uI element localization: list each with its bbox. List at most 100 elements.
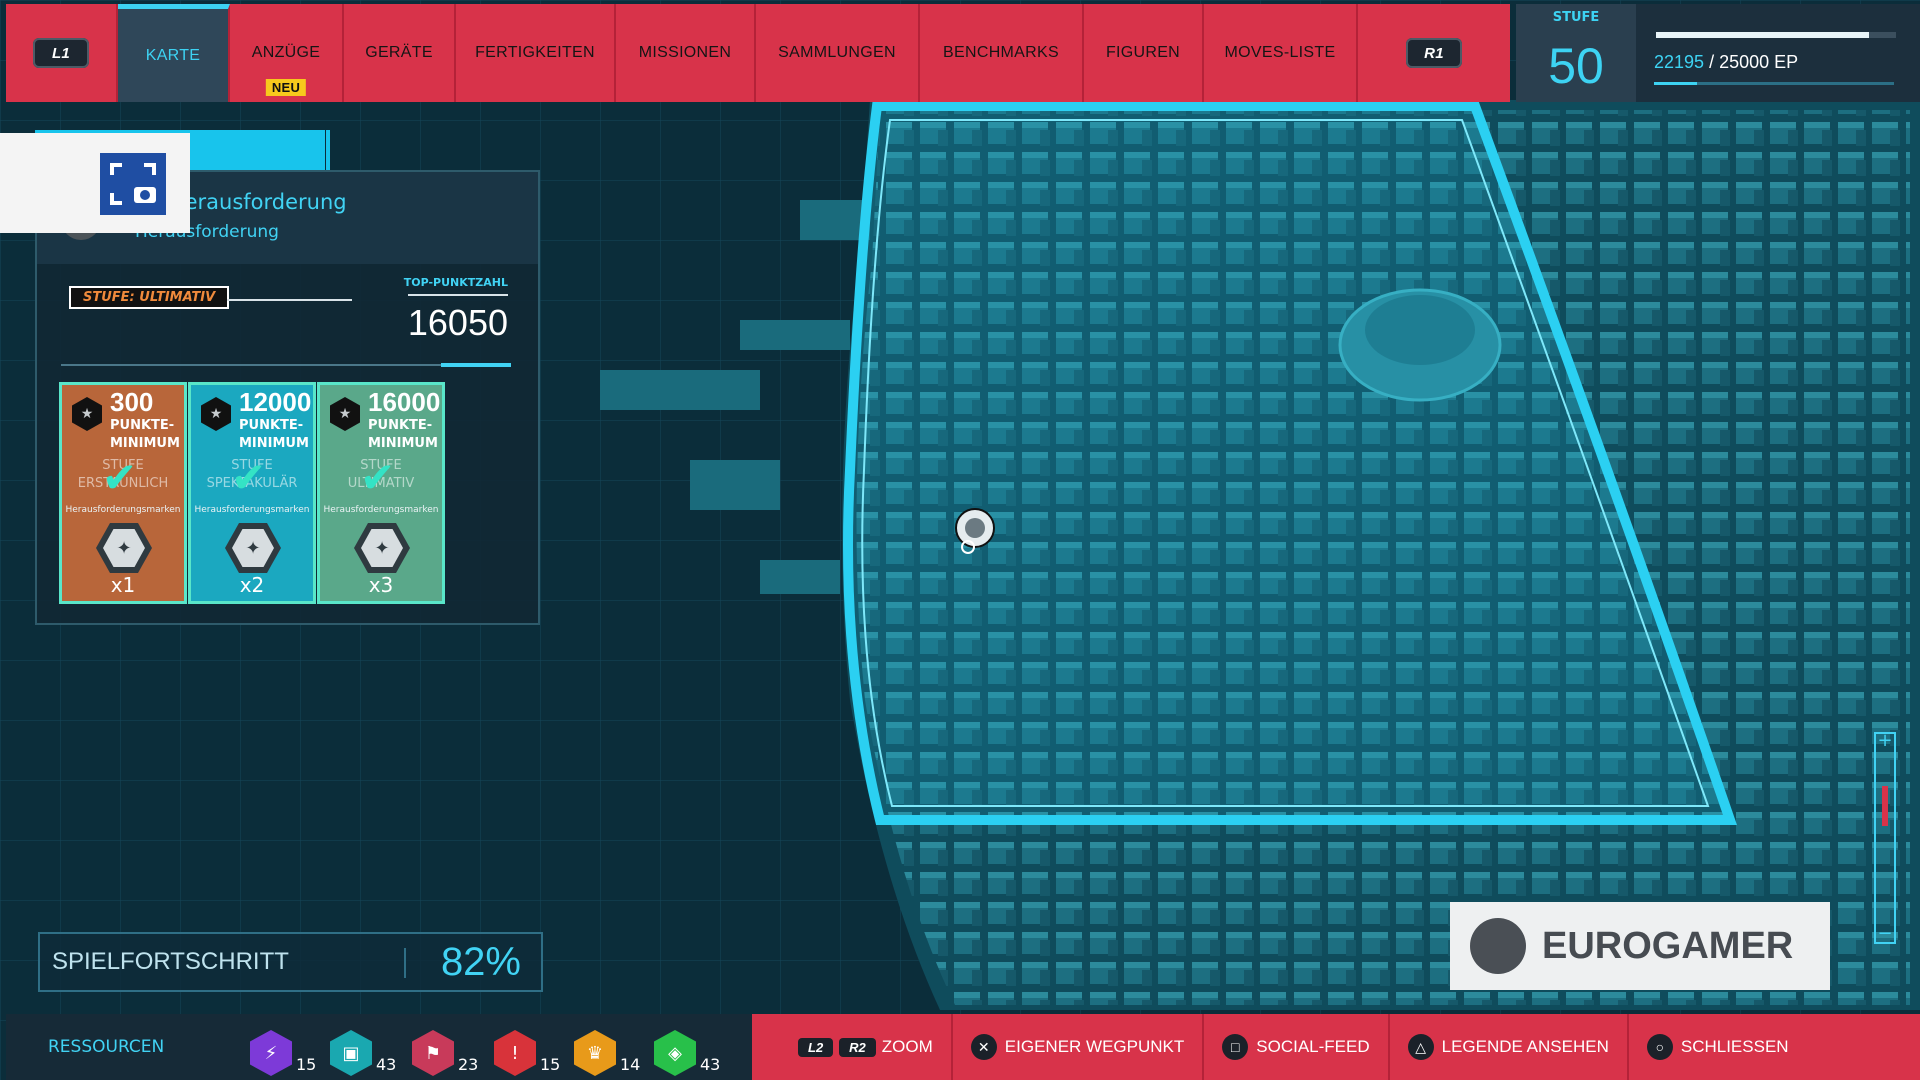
level-value: 50 bbox=[1548, 38, 1604, 94]
card-count: x3 bbox=[368, 573, 394, 597]
challenge-token-icon: ✦ bbox=[225, 523, 281, 573]
eurogamer-watermark: EUROGAMER bbox=[1450, 902, 1830, 990]
game-progress: SPIELFORTSCHRITT 82% bbox=[38, 932, 543, 992]
stufe-line bbox=[227, 299, 352, 301]
waypoint-action[interactable]: ✕ EIGENER WEGPUNKT bbox=[953, 1014, 1205, 1080]
tab-sammlungen[interactable]: SAMMLUNGEN bbox=[756, 4, 920, 102]
tab-geraete[interactable]: GERÄTE bbox=[344, 4, 456, 102]
card-count: x1 bbox=[110, 573, 136, 597]
action-bar: L2 R2 ZOOM ✕ EIGENER WEGPUNKT □ SOCIAL-F… bbox=[752, 1014, 1920, 1080]
stufe-badge: STUFE: ULTIMATIV bbox=[69, 286, 230, 309]
card-count: x2 bbox=[239, 573, 265, 597]
r2-button[interactable]: R2 bbox=[839, 1037, 876, 1057]
resource-trophy: ♛ 14 bbox=[574, 1020, 640, 1076]
card-marks-label: Herausforderungsmarken bbox=[65, 505, 181, 515]
waypoint-label: EIGENER WEGPUNKT bbox=[1004, 1037, 1185, 1056]
warning-icon: ! bbox=[494, 1030, 536, 1076]
progress-divider bbox=[404, 948, 406, 978]
challenge-token-icon: ✦ bbox=[354, 523, 410, 573]
resource-bag: ◈ 43 bbox=[654, 1020, 720, 1076]
square-button-icon: □ bbox=[1222, 1034, 1249, 1060]
challenge-progress-line bbox=[61, 363, 511, 367]
xp-total: / 25000 EP bbox=[1704, 52, 1799, 72]
tier-badge-icon: ★ bbox=[72, 397, 102, 431]
globe-logo-icon bbox=[1470, 918, 1526, 974]
zoom-minus-icon[interactable]: − bbox=[1876, 923, 1894, 944]
zoom-action[interactable]: L2 R2 ZOOM bbox=[752, 1014, 953, 1080]
resource-lightning: ⚡ 15 bbox=[250, 1020, 316, 1076]
top-score-line bbox=[408, 294, 508, 296]
reward-card-ultimativ[interactable]: ★ 16000 PUNKTE- MINIMUM STUFE ULTIMATIV ✔ … bbox=[317, 382, 445, 604]
card-points: 16000 bbox=[368, 387, 441, 417]
card-minimum: PUNKTE- MINIMUM bbox=[110, 418, 180, 451]
close-label: SCHLIESSEN bbox=[1680, 1037, 1789, 1056]
tier-badge-icon: ★ bbox=[330, 397, 360, 431]
tab-benchmarks[interactable]: BENCHMARKS bbox=[920, 4, 1084, 102]
top-score-value: 16050 bbox=[407, 302, 508, 343]
triangle-button-icon: △ bbox=[1407, 1034, 1434, 1060]
zoom-label: ZOOM bbox=[881, 1037, 933, 1056]
xp-text: 22195 / 25000 EP bbox=[1654, 52, 1798, 73]
card-points: 300 bbox=[110, 387, 154, 417]
zoom-plus-icon[interactable]: + bbox=[1876, 730, 1894, 751]
zoom-slider[interactable]: + − bbox=[1874, 730, 1896, 944]
social-feed-action[interactable]: □ SOCIAL-FEED bbox=[1204, 1014, 1390, 1080]
xp-panel: 22195 / 25000 EP bbox=[1636, 4, 1920, 102]
top-score-label: TOP-PUNKTZAHL bbox=[403, 276, 508, 289]
tab-missionen[interactable]: MISSIONEN bbox=[616, 4, 756, 102]
level-label: STUFE bbox=[1552, 10, 1600, 25]
bag-icon: ◈ bbox=[654, 1030, 696, 1076]
resource-backpack: ▣ 43 bbox=[330, 1020, 396, 1076]
l1-button[interactable]: L1 bbox=[33, 38, 89, 68]
tier-badge-icon: ★ bbox=[201, 397, 231, 431]
challenge-token-icon: ✦ bbox=[96, 523, 152, 573]
legend-action[interactable]: △ LEGENDE ANSEHEN bbox=[1390, 1014, 1629, 1080]
watermark-text: EUROGAMER bbox=[1542, 924, 1794, 967]
l1-shoulder[interactable]: L1 bbox=[6, 4, 118, 102]
top-navigation: L1 KARTE ANZÜGE NEU GERÄTE FERTIGKEITEN … bbox=[6, 4, 1510, 102]
l2-button[interactable]: L2 bbox=[798, 1037, 834, 1057]
checkmark-icon: ✔ bbox=[360, 453, 396, 502]
close-action[interactable]: ○ SCHLIESSEN bbox=[1629, 1014, 1807, 1080]
card-minimum: PUNKTE- MINIMUM bbox=[239, 418, 309, 451]
card-marks-label: Herausforderungsmarken bbox=[194, 505, 310, 515]
backpack-icon: ▣ bbox=[330, 1030, 372, 1076]
screenshot-overlay[interactable] bbox=[0, 133, 190, 233]
social-feed-label: SOCIAL-FEED bbox=[1256, 1037, 1370, 1056]
reward-card-erstaunlich[interactable]: ★ 300 PUNKTE- MINIMUM STUFE ERSTAUNLICH ✔ … bbox=[59, 382, 187, 604]
resource-warning: ! 15 bbox=[494, 1020, 560, 1076]
checkmark-icon: ✔ bbox=[231, 453, 267, 502]
flag-icon: ⚑ bbox=[412, 1030, 454, 1076]
checkmark-icon: ✔ bbox=[102, 453, 138, 502]
r1-button[interactable]: R1 bbox=[1406, 38, 1462, 68]
new-badge: NEU bbox=[265, 79, 307, 96]
xp-bar bbox=[1656, 32, 1896, 38]
legend-label: LEGENDE ANSEHEN bbox=[1441, 1037, 1609, 1056]
tab-moves-liste[interactable]: MOVES-LISTE bbox=[1204, 4, 1358, 102]
panel-tab-marker bbox=[326, 130, 330, 170]
cross-button-icon: ✕ bbox=[970, 1034, 997, 1060]
tab-figuren[interactable]: FIGUREN bbox=[1084, 4, 1204, 102]
card-minimum: PUNKTE- MINIMUM bbox=[368, 418, 438, 451]
challenge-panel: en-Herausforderung Herausforderung STUFE… bbox=[35, 170, 540, 625]
screenshot-capture-icon[interactable] bbox=[100, 153, 166, 215]
lightning-icon: ⚡ bbox=[250, 1030, 292, 1076]
tab-fertigkeiten[interactable]: FERTIGKEITEN bbox=[456, 4, 616, 102]
xp-current: 22195 bbox=[1654, 52, 1705, 72]
xp-bar-fill bbox=[1656, 32, 1870, 38]
progress-value: 82% bbox=[440, 940, 521, 984]
tab-anzuege[interactable]: ANZÜGE NEU bbox=[230, 4, 344, 102]
reward-card-spektakulaer[interactable]: ★ 12000 PUNKTE- MINIMUM STUFE SPEKTAKULÄR … bbox=[188, 382, 316, 604]
tab-karte[interactable]: KARTE bbox=[118, 4, 230, 102]
xp-underline-fill bbox=[1654, 82, 1698, 85]
circle-button-icon: ○ bbox=[1646, 1034, 1673, 1060]
trophy-icon: ♛ bbox=[574, 1030, 616, 1076]
zoom-slider-handle[interactable] bbox=[1882, 786, 1888, 826]
resources-label: RESSOURCEN bbox=[48, 1037, 165, 1057]
resource-flag: ⚑ 23 bbox=[412, 1020, 478, 1076]
r1-shoulder[interactable]: R1 bbox=[1358, 4, 1510, 102]
card-marks-label: Herausforderungsmarken bbox=[323, 505, 439, 515]
player-level: STUFE 50 bbox=[1516, 4, 1636, 102]
card-points: 12000 bbox=[239, 387, 312, 417]
progress-label: SPIELFORTSCHRITT bbox=[52, 948, 289, 975]
